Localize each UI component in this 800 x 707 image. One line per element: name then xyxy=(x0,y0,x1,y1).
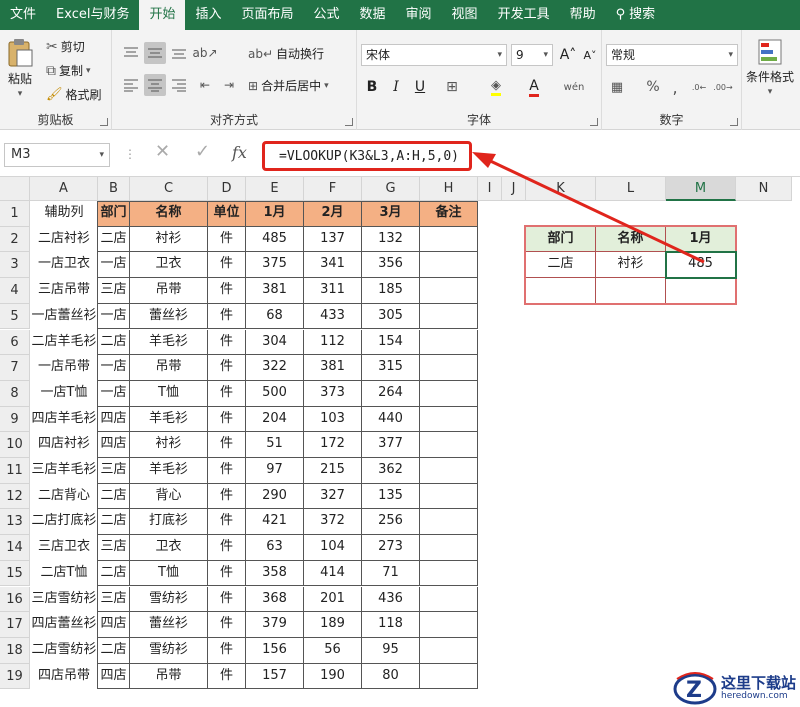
annotation-arrow xyxy=(472,152,705,264)
svg-text:Z: Z xyxy=(686,678,702,703)
watermark: Z 这里下载站 heredown.com xyxy=(673,671,796,705)
watermark-title: 这里下载站 xyxy=(720,673,796,692)
watermark-logo-icon: Z xyxy=(673,672,717,705)
watermark-url: heredown.com xyxy=(720,690,788,701)
